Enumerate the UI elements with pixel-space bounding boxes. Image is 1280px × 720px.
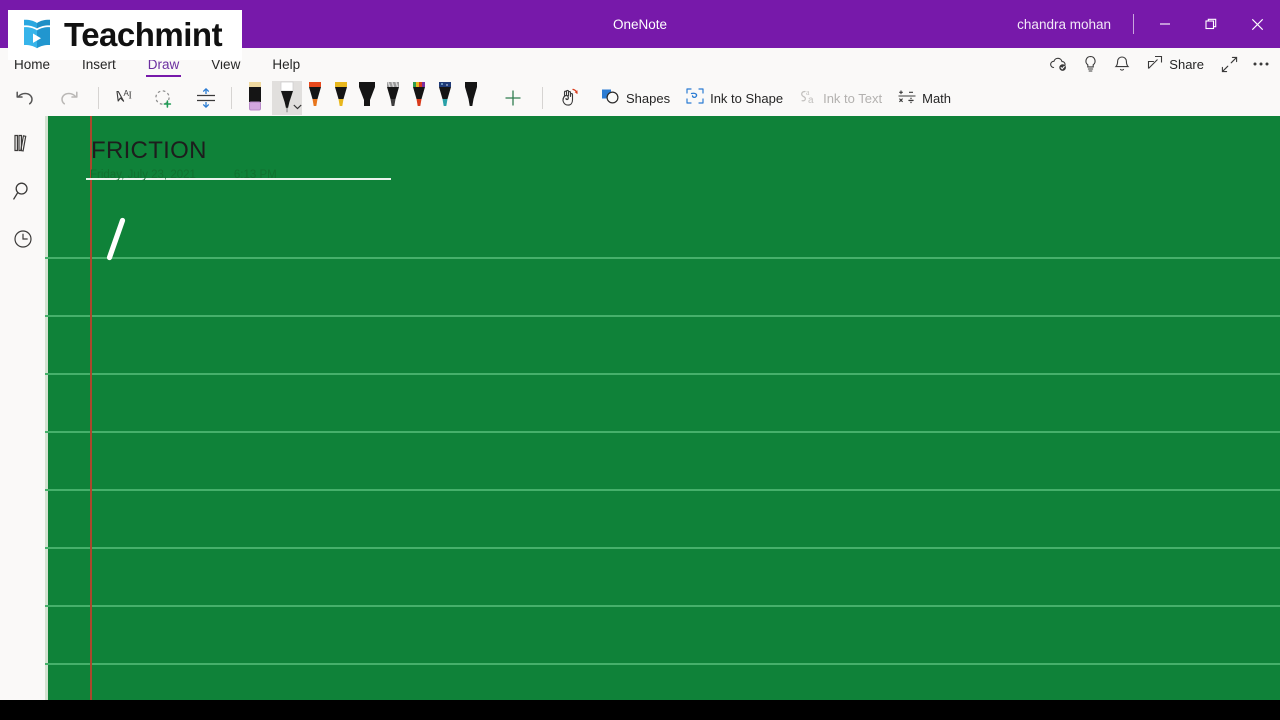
pen-gray-pencil[interactable] [380,81,406,115]
pen-galaxy-pen[interactable] [432,81,458,115]
toolbar-divider-1 [98,87,99,109]
pen-rainbow-pen[interactable] [406,81,432,115]
onenote-window: OneNote chandra mohan Teachmint Home Ins… [0,0,1280,720]
svg-text:I: I [129,91,132,102]
lasso-select-icon[interactable] [149,81,179,115]
math-icon [896,86,918,111]
pen-yellow-pen[interactable] [328,81,354,115]
close-button[interactable] [1234,9,1280,39]
ink-stroke-diagonal [106,217,126,261]
shapes-icon [600,86,622,111]
redo-button[interactable] [54,81,84,115]
ink-strokes-layer [106,217,126,261]
logo-wordmark: Teachmint [64,16,223,53]
math-button[interactable]: Math [893,86,962,111]
ink-to-shape-button[interactable]: Ink to Shape [681,86,794,111]
tab-help[interactable]: Help [256,48,316,80]
window-controls-group: chandra mohan [1017,0,1280,48]
ribbon-right-tools: Share [1043,48,1276,80]
cloud-sync-icon[interactable] [1043,50,1073,78]
toolbar-divider-3 [542,87,543,109]
left-sidebar [0,116,45,720]
share-label: Share [1169,56,1204,72]
pen-black-pen[interactable] [458,81,484,115]
ink-to-text-icon: a a [797,86,819,111]
diagonal-arrows-icon[interactable] [1214,50,1244,78]
ink-to-shape-label: Ink to Shape [710,90,784,106]
pen-orange-pen[interactable] [302,81,328,115]
note-page-canvas[interactable]: FRICTION Friday, July 23, 2021 6:13 PM [45,116,1280,700]
undo-button[interactable] [10,81,40,115]
account-divider [1133,14,1134,34]
bottom-letterbox [0,700,1280,720]
type-select-icon[interactable]: A I [109,81,139,115]
share-icon [1147,55,1164,73]
shapes-button[interactable]: Shapes [597,86,681,111]
bell-icon[interactable] [1107,50,1137,78]
ellipsis-icon[interactable] [1246,50,1276,78]
draw-toolbar: A I Shapes Ink to Shape a a Ink to Text … [0,80,1280,116]
sidebar-item-notebooks[interactable] [0,122,45,164]
book-play-icon [16,14,58,56]
toolbar-divider-2 [231,87,232,109]
shapes-label: Shapes [626,90,671,106]
share-button[interactable]: Share [1139,50,1212,78]
pen-white-pen[interactable] [272,81,302,115]
svg-text:a: a [808,95,814,106]
insert-space-icon[interactable] [191,81,221,115]
minimize-button[interactable] [1142,9,1188,39]
sidebar-item-recent-notes[interactable] [0,218,45,260]
account-name[interactable]: chandra mohan [1017,17,1133,32]
teachmint-logo: Teachmint [8,10,242,60]
lightbulb-icon[interactable] [1075,50,1105,78]
restore-button[interactable] [1188,9,1234,39]
math-label: Math [922,90,952,106]
chevron-down-icon[interactable] [293,102,302,112]
ink-replay-button[interactable] [555,81,585,115]
ink-to-text-button[interactable]: a a Ink to Text [794,86,893,111]
sidebar-item-search[interactable] [0,170,45,212]
pen-black-highlighter[interactable] [354,81,380,115]
ink-to-text-label: Ink to Text [823,90,883,106]
ink-to-shape-icon [684,86,706,111]
add-pen-button[interactable] [498,81,528,115]
eraser-tool[interactable] [242,81,268,115]
